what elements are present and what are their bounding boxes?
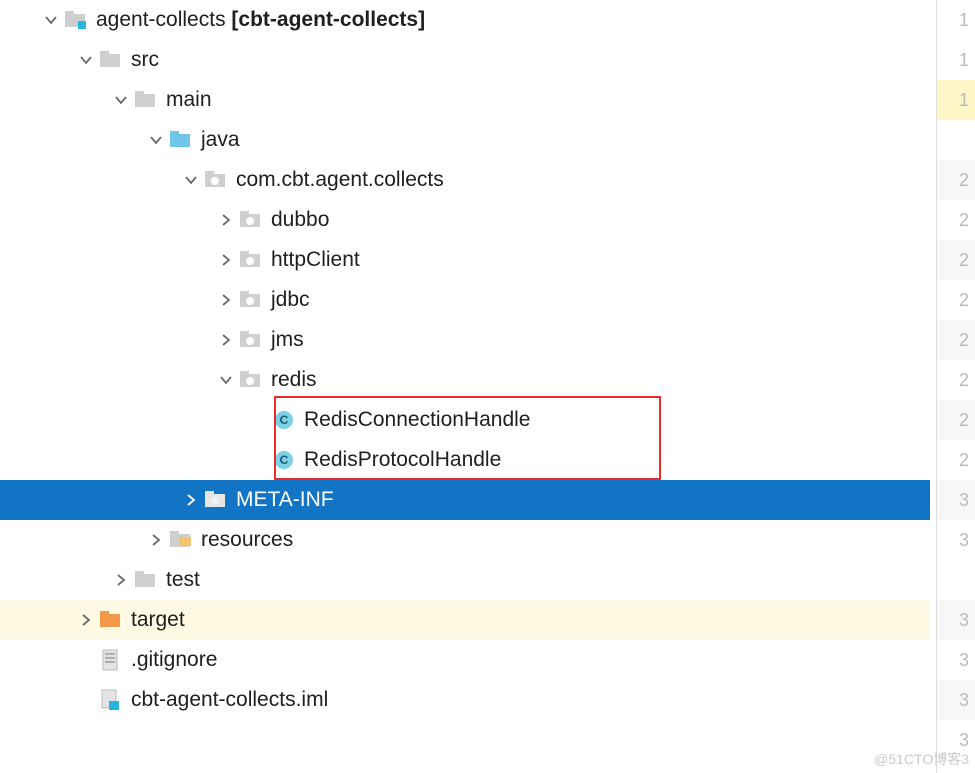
chevron-down-icon[interactable] [110,93,132,107]
class-icon: C [272,408,296,432]
tree-container: agent-collects [cbt-agent-collects] src … [0,0,930,773]
folder-icon [134,568,158,592]
tree-label: main [166,88,212,112]
gutter-line: 2 [937,440,975,480]
tree-label: jdbc [271,288,310,312]
module-folder-icon [64,8,88,32]
tree-row-test[interactable]: test [0,560,930,600]
gutter-line: 2 [937,200,975,240]
gutter-line: 1 [937,40,975,80]
tree-row-dubbo[interactable]: dubbo [0,200,930,240]
chevron-down-icon[interactable] [145,133,167,147]
package-icon [239,288,263,312]
svg-text:C: C [280,413,289,427]
package-icon [204,168,228,192]
tree-row-java[interactable]: java [0,120,930,160]
chevron-down-icon[interactable] [215,373,237,387]
gutter-line: 2 [937,160,975,200]
tree-label: src [131,48,159,72]
tree-row-redis[interactable]: redis [0,360,930,400]
gutter-line: 2 [937,360,975,400]
chevron-right-icon[interactable] [75,613,97,627]
tree-label: RedisConnectionHandle [304,408,530,432]
tree-row-iml[interactable]: cbt-agent-collects.iml [0,680,930,720]
editor-gutter: 1 1 1 2 2 2 2 2 2 2 2 3 3 3 3 3 3 [936,0,975,773]
gutter-line [937,560,975,600]
class-icon: C [272,448,296,472]
tree-label: java [201,128,240,152]
gutter-line: 2 [937,240,975,280]
tree-row-metainf[interactable]: META-INF [0,480,930,520]
gutter-line: 1 [937,80,975,120]
gutter-line: 2 [937,280,975,320]
tree-row-package[interactable]: com.cbt.agent.collects [0,160,930,200]
tree-label: resources [201,528,293,552]
resources-folder-icon [169,528,193,552]
tree-label: jms [271,328,304,352]
package-icon [239,208,263,232]
tree-row-gitignore[interactable]: .gitignore [0,640,930,680]
chevron-down-icon[interactable] [75,53,97,67]
tree-label: com.cbt.agent.collects [236,168,444,192]
chevron-right-icon[interactable] [215,333,237,347]
gutter-line: 3 [937,600,975,640]
chevron-right-icon[interactable] [110,573,132,587]
chevron-down-icon[interactable] [40,13,62,27]
tree-row-src[interactable]: src [0,40,930,80]
tree-row-redisconnhandle[interactable]: C RedisConnectionHandle [0,400,930,440]
excluded-folder-icon [99,608,123,632]
gutter-line: 3 [937,640,975,680]
gutter-line: 2 [937,400,975,440]
gutter-line: 3 [937,480,975,520]
gutter-line: 2 [937,320,975,360]
tree-row-main[interactable]: main [0,80,930,120]
tree-label: dubbo [271,208,329,232]
gutter-line: 3 [937,680,975,720]
chevron-right-icon[interactable] [215,253,237,267]
gutter-line: 1 [937,0,975,40]
tree-label: httpClient [271,248,360,272]
package-icon [204,488,228,512]
gutter-line: 3 [937,520,975,560]
iml-file-icon [99,688,123,712]
chevron-right-icon[interactable] [180,493,202,507]
package-icon [239,328,263,352]
folder-icon [99,48,123,72]
tree-row-resources[interactable]: resources [0,520,930,560]
gutter-line [937,120,975,160]
tree-row-target[interactable]: target [0,600,930,640]
tree-label: META-INF [236,488,334,512]
tree-label: test [166,568,200,592]
tree-label: redis [271,368,317,392]
tree-row-httpclient[interactable]: httpClient [0,240,930,280]
folder-icon [134,88,158,112]
source-folder-icon [169,128,193,152]
tree-label: agent-collects [cbt-agent-collects] [96,8,425,32]
chevron-right-icon[interactable] [215,213,237,227]
tree-label: target [131,608,185,632]
watermark: @51CTO博客3 [874,749,969,769]
svg-text:C: C [280,453,289,467]
tree-row-root[interactable]: agent-collects [cbt-agent-collects] [0,0,930,40]
tree-row-redisprotohandle[interactable]: C RedisProtocolHandle [0,440,930,480]
file-icon [99,648,123,672]
package-icon [239,248,263,272]
chevron-down-icon[interactable] [180,173,202,187]
tree-row-jdbc[interactable]: jdbc [0,280,930,320]
tree-label: .gitignore [131,648,217,672]
tree-row-jms[interactable]: jms [0,320,930,360]
chevron-right-icon[interactable] [215,293,237,307]
tree-label: cbt-agent-collects.iml [131,688,328,712]
tree-label: RedisProtocolHandle [304,448,501,472]
package-icon [239,368,263,392]
project-tree-panel: agent-collects [cbt-agent-collects] src … [0,0,975,773]
chevron-right-icon[interactable] [145,533,167,547]
